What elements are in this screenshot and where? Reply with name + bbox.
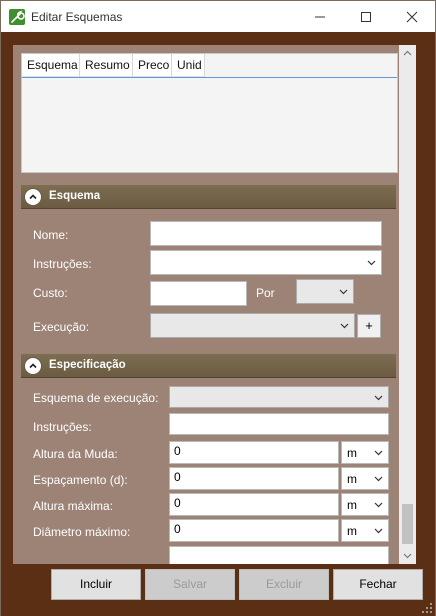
chevron-up-icon — [403, 50, 412, 56]
column-header-unid[interactable]: Unid — [172, 54, 205, 77]
altura-muda-label: Altura da Muda: — [33, 447, 118, 461]
instrucoes-select[interactable] — [150, 250, 382, 275]
esquema-execucao-select[interactable] — [169, 386, 389, 408]
execucao-label: Execução: — [33, 320, 90, 334]
fechar-button[interactable]: Fechar — [333, 569, 423, 600]
instrucoes-espec-label: Instruções: — [33, 420, 92, 434]
add-execucao-button[interactable]: + — [357, 314, 381, 338]
chevron-down-icon — [374, 476, 383, 482]
column-header-esquema[interactable]: Esquema — [22, 54, 80, 77]
chevron-down-icon — [374, 502, 383, 508]
column-header-resumo[interactable]: Resumo — [80, 54, 133, 77]
altura-maxima-unit: m — [347, 498, 357, 512]
next-field-partial[interactable] — [169, 546, 389, 564]
excluir-button[interactable]: Excluir — [239, 569, 329, 600]
instrucoes-espec-input[interactable] — [169, 413, 389, 435]
editar-esquemas-window: Editar Esquemas Esquema Resumo Preco Uni… — [0, 0, 436, 616]
espacamento-unit: m — [347, 472, 357, 486]
chevron-down-icon — [374, 395, 383, 401]
altura-muda-unit-select[interactable]: m — [341, 441, 389, 464]
espacamento-label: Espaçamento (d): — [33, 473, 128, 487]
chevron-up-icon[interactable] — [24, 357, 42, 375]
resize-grip-icon[interactable] — [421, 602, 433, 614]
window-title: Editar Esquemas — [31, 10, 123, 24]
esquema-execucao-label: Esquema de execução: — [33, 391, 159, 405]
chevron-down-icon — [367, 260, 376, 266]
altura-maxima-label: Altura máxima: — [33, 499, 114, 513]
maximize-icon — [361, 11, 371, 22]
maximize-button[interactable] — [343, 1, 389, 32]
scroll-thumb[interactable] — [402, 504, 413, 544]
custo-label: Custo: — [33, 286, 68, 300]
por-label: Por — [256, 286, 275, 300]
altura-maxima-input[interactable]: 0 — [169, 493, 339, 516]
scroll-down-button[interactable] — [399, 547, 416, 564]
chevron-down-icon — [374, 450, 383, 456]
salvar-button[interactable]: Salvar — [145, 569, 235, 600]
grid-header: Esquema Resumo Preco Unid — [22, 54, 205, 77]
por-select[interactable] — [296, 279, 354, 304]
diametro-maximo-unit-select[interactable]: m — [341, 519, 389, 542]
diametro-maximo-input[interactable]: 0 — [169, 519, 339, 542]
close-icon — [406, 11, 418, 22]
vertical-scrollbar[interactable] — [399, 45, 416, 564]
especificacao-section-header[interactable]: Especificação — [21, 354, 396, 378]
chevron-down-icon — [403, 553, 412, 559]
chevron-down-icon — [339, 289, 348, 295]
esquemas-grid[interactable]: Esquema Resumo Preco Unid — [21, 53, 398, 173]
minimize-icon — [315, 16, 325, 17]
content-panel: Esquema Resumo Preco Unid Esquema Nome: … — [13, 45, 416, 564]
column-header-preco[interactable]: Preco — [133, 54, 172, 77]
espacamento-unit-select[interactable]: m — [341, 467, 389, 490]
chevron-down-icon — [340, 323, 349, 329]
especificacao-section-title: Especificação — [49, 359, 126, 371]
diametro-maximo-unit: m — [347, 524, 357, 538]
title-bar[interactable]: Editar Esquemas — [1, 1, 435, 32]
altura-maxima-unit-select[interactable]: m — [341, 493, 389, 516]
esquema-section-title: Esquema — [49, 190, 101, 202]
minimize-button[interactable] — [297, 1, 343, 32]
altura-muda-input[interactable]: 0 — [169, 441, 339, 464]
nome-input[interactable] — [150, 221, 382, 246]
custo-input[interactable] — [150, 281, 247, 306]
diametro-maximo-label: Diâmetro máximo: — [33, 525, 131, 539]
nome-label: Nome: — [33, 228, 69, 242]
scroll-up-button[interactable] — [399, 45, 416, 62]
incluir-button[interactable]: Incluir — [51, 569, 141, 600]
chevron-up-icon[interactable] — [24, 188, 42, 206]
grid-header-underline — [22, 77, 397, 78]
close-button[interactable] — [389, 1, 435, 32]
altura-muda-unit: m — [347, 446, 357, 460]
espacamento-input[interactable]: 0 — [169, 467, 339, 490]
client-area: Esquema Resumo Preco Unid Esquema Nome: … — [1, 32, 435, 616]
instrucoes-label: Instruções: — [33, 257, 92, 271]
wrench-icon — [9, 9, 25, 25]
esquema-section-header[interactable]: Esquema — [21, 185, 396, 209]
chevron-down-icon — [374, 528, 383, 534]
execucao-select[interactable] — [150, 313, 355, 338]
